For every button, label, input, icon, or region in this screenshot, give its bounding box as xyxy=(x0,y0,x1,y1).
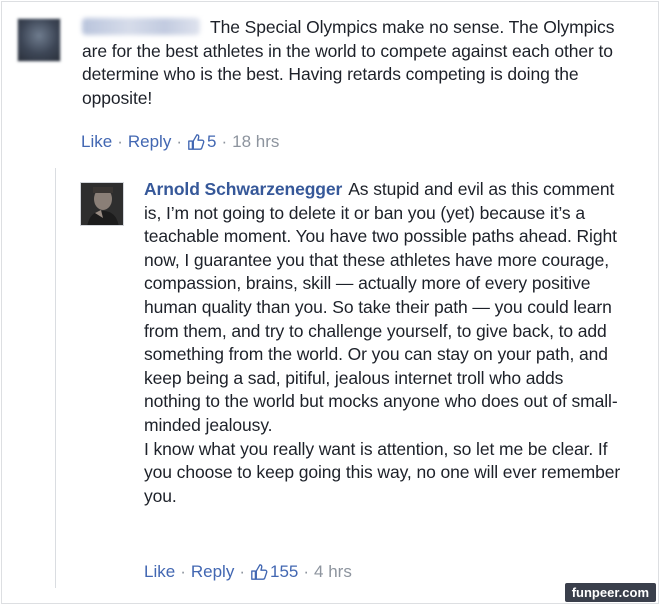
reply-link[interactable]: Reply xyxy=(128,132,171,152)
avatar-arnold[interactable] xyxy=(80,182,124,226)
thumbs-up-icon[interactable] xyxy=(187,133,205,151)
reply-link[interactable]: Reply xyxy=(191,562,234,582)
separator-dot: · xyxy=(239,562,245,581)
author-name-link[interactable]: Arnold Schwarzenegger xyxy=(144,179,342,199)
separator-dot: · xyxy=(176,132,182,151)
comment-2-text: As stupid and evil as this comment is, I… xyxy=(144,179,618,435)
watermark-badge: funpeer.com xyxy=(564,583,656,602)
like-link[interactable]: Like xyxy=(144,562,175,582)
reaction-count[interactable]: 5 xyxy=(207,132,216,152)
comment-2-actions: Like · Reply · 155 · 4 hrs xyxy=(144,562,352,582)
separator-dot: · xyxy=(303,562,310,581)
author-name-blurred[interactable] xyxy=(82,18,200,35)
separator-dot: · xyxy=(117,132,123,151)
timestamp[interactable]: 4 hrs xyxy=(314,562,352,582)
comment-2-text-continued: I know what you really want is attention… xyxy=(144,438,621,506)
comment-1-actions: Like · Reply · 5 · 18 hrs xyxy=(81,132,279,152)
like-link[interactable]: Like xyxy=(81,132,112,152)
comment-1-body: The Special Olympics make no sense. The … xyxy=(82,16,642,110)
avatar-portrait-icon xyxy=(81,183,123,225)
comment-2-body: Arnold Schwarzenegger As stupid and evil … xyxy=(144,178,624,508)
reaction-count[interactable]: 155 xyxy=(270,562,298,582)
avatar-blurred[interactable] xyxy=(17,18,61,62)
timestamp[interactable]: 18 hrs xyxy=(232,132,279,152)
separator-dot: · xyxy=(221,132,228,151)
separator-dot: · xyxy=(180,562,186,581)
thumbs-up-icon[interactable] xyxy=(250,563,268,581)
reply-thread-line xyxy=(55,168,56,588)
